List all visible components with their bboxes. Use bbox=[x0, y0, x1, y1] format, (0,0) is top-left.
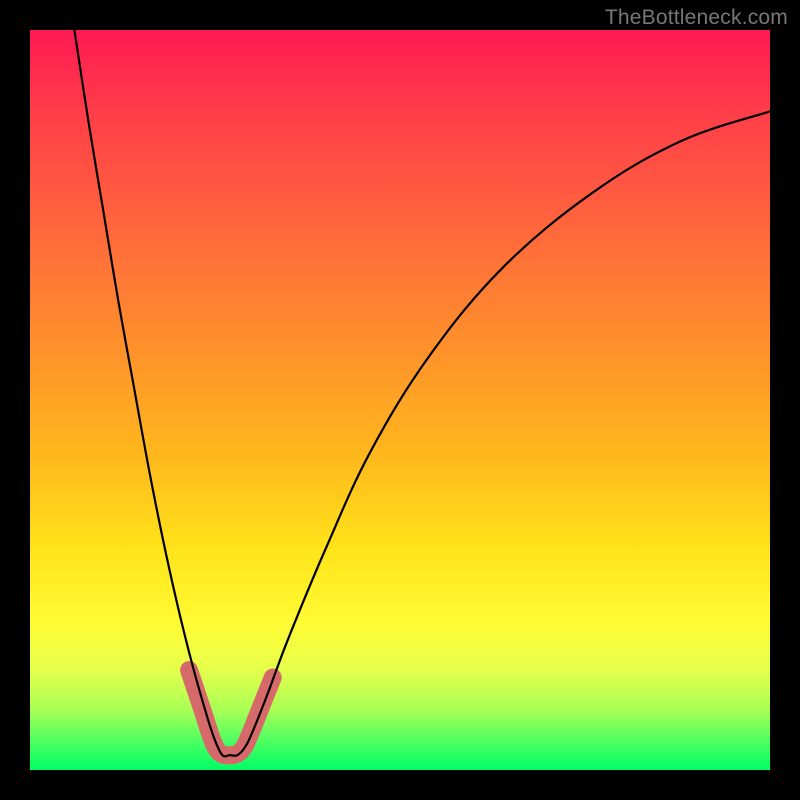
chart-svg bbox=[30, 30, 770, 770]
curve-series bbox=[74, 30, 770, 756]
watermark-text: TheBottleneck.com bbox=[605, 6, 788, 30]
chart-frame: TheBottleneck.com bbox=[0, 0, 800, 800]
plot-area bbox=[30, 30, 770, 770]
